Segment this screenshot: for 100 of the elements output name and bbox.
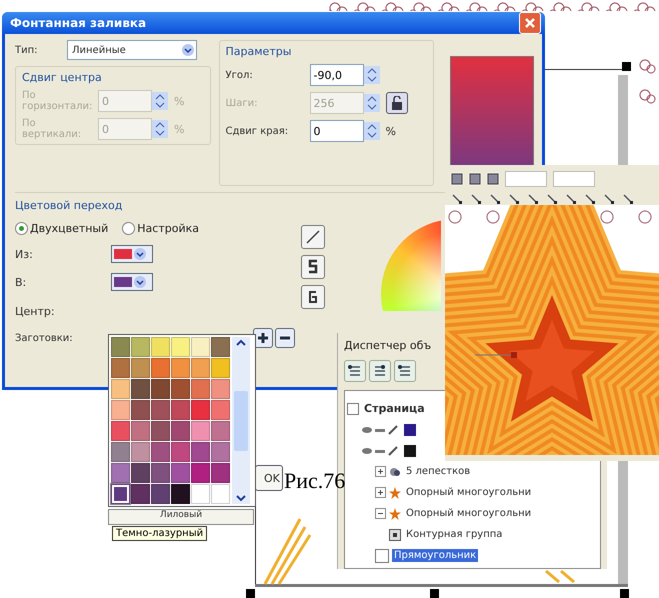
blend-direction-button[interactable] [301,225,325,249]
number-field[interactable]: -90,0 [310,64,364,86]
color-cell[interactable] [211,463,230,483]
toolbar-icon[interactable] [470,193,482,205]
color-cell[interactable] [191,421,210,441]
toolbar-icon[interactable] [469,173,481,185]
color-cell[interactable] [111,400,130,420]
tree-item[interactable]: 5 лепестков [404,465,472,478]
color-cell[interactable] [131,484,150,504]
color-cell[interactable] [131,421,150,441]
color-cell[interactable] [191,358,210,378]
color-cell[interactable] [211,400,230,420]
spin-buttons[interactable] [364,66,380,84]
color-cell[interactable] [211,421,230,441]
color-cell[interactable] [111,442,130,462]
color-cell[interactable] [151,358,170,378]
color-cell[interactable] [191,484,210,504]
color-cell[interactable] [151,442,170,462]
toolbar-icon[interactable] [603,193,615,205]
color-cell[interactable] [131,463,150,483]
toolbar-icon[interactable] [451,173,463,185]
close-button[interactable] [519,12,541,34]
expand-toggle[interactable] [375,487,386,498]
color-cell[interactable] [191,337,210,357]
outline-width-field[interactable] [505,171,547,187]
color-cell[interactable] [171,463,190,483]
toolbar-icon[interactable] [489,193,501,205]
radio-button[interactable]: Двухцветный [15,222,108,235]
spin-buttons[interactable] [152,92,168,110]
color-picker[interactable] [111,273,153,291]
color-cell[interactable] [151,379,170,399]
blend-direction-button[interactable] [301,285,325,309]
color-cell[interactable] [111,379,130,399]
color-cell[interactable] [211,442,230,462]
color-cell[interactable] [171,421,190,441]
color-cell[interactable] [151,484,170,504]
color-cell[interactable] [151,400,170,420]
color-cell[interactable] [171,337,190,357]
radio-button[interactable]: Настройка [122,222,199,235]
selection-handle[interactable] [246,589,255,598]
toolbar-icon[interactable] [565,193,577,205]
plus-button[interactable] [253,328,273,348]
color-cell[interactable] [131,400,150,420]
toolbar-icon[interactable] [451,193,463,205]
color-cell[interactable] [191,379,210,399]
color-cell[interactable] [111,484,130,504]
color-cell[interactable] [131,379,150,399]
toolbar-icon[interactable] [508,193,520,205]
color-cell[interactable] [211,358,230,378]
scrollbar[interactable] [232,337,250,504]
tree-item[interactable]: Прямоугольник [392,549,478,562]
color-cell[interactable] [171,442,190,462]
color-cell[interactable] [171,379,190,399]
color-cell[interactable] [191,400,210,420]
color-cell[interactable] [171,484,190,504]
color-cell[interactable] [111,358,130,378]
ok-button[interactable]: OK [255,465,283,491]
color-cell[interactable] [171,358,190,378]
expand-toggle[interactable] [375,466,386,477]
selection-handle[interactable] [622,62,631,71]
selection-handle[interactable] [430,589,439,598]
color-cell[interactable] [131,337,150,357]
tree-item[interactable]: Опорный многоугольни [404,507,534,520]
color-cell[interactable] [111,463,130,483]
color-cell[interactable] [171,400,190,420]
selection-handle[interactable] [620,589,629,598]
toolbar-button[interactable] [394,360,416,382]
tree-item[interactable]: Опорный многоугольни [404,486,534,499]
toolbar-icon[interactable] [546,193,558,205]
color-cell[interactable] [191,463,210,483]
blend-direction-button[interactable] [301,255,325,279]
color-picker[interactable] [111,245,153,263]
toolbar-icon[interactable] [584,193,596,205]
toolbar-icon[interactable] [527,193,539,205]
toolbar-icon[interactable] [622,193,634,205]
color-cell[interactable] [151,463,170,483]
spin-buttons[interactable] [364,122,380,140]
toolbar-button[interactable] [369,360,391,382]
color-cell[interactable] [131,358,150,378]
lock-button[interactable] [386,92,408,114]
tree-item[interactable]: Контурная группа [404,528,504,541]
color-cell[interactable] [211,379,230,399]
spin-buttons[interactable] [152,120,168,138]
color-cell[interactable] [111,337,130,357]
color-cell[interactable] [151,421,170,441]
minus-button[interactable] [275,328,295,348]
color-cell[interactable] [111,421,130,441]
tree-item[interactable]: Страница [362,401,427,416]
expand-toggle[interactable] [375,508,386,519]
type-dropdown[interactable]: Линейные [67,40,197,60]
color-cell[interactable] [151,337,170,357]
number-field[interactable]: 0 [310,120,364,142]
color-cell[interactable] [191,442,210,462]
color-cell[interactable] [131,442,150,462]
toolbar-icon[interactable] [487,173,499,185]
color-cell[interactable] [211,337,230,357]
spin-buttons[interactable] [364,94,380,112]
size-field[interactable] [553,171,595,187]
color-cell[interactable] [211,484,230,504]
toolbar-button[interactable] [344,360,366,382]
